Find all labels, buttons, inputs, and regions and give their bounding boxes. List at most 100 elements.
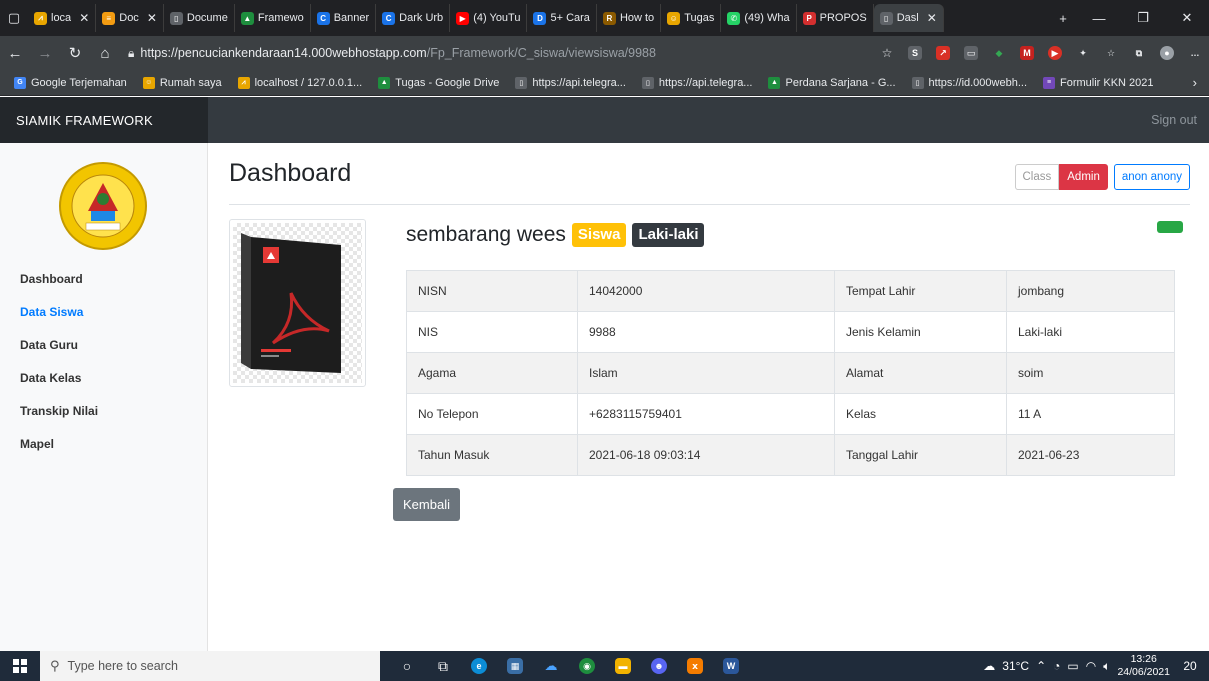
- extensions-puzzle-icon[interactable]: ✦: [1069, 39, 1097, 67]
- store-icon[interactable]: ▦: [498, 651, 532, 681]
- tab-favicon-icon: ⩘: [34, 11, 47, 25]
- browser-tab[interactable]: ✆ (49) Wha: [721, 4, 797, 32]
- bookmark-item[interactable]: ☺ Rumah saya: [135, 76, 230, 89]
- forward-arrow-icon[interactable]: →: [30, 38, 60, 68]
- bookmark-item[interactable]: ▲ Perdana Sarjana - G...: [760, 76, 903, 89]
- bookmark-label: https://id.000webh...: [928, 76, 1027, 89]
- bookmark-item[interactable]: ⩘ localhost / 127.0.0.1...: [230, 76, 371, 89]
- chevron-up-icon[interactable]: ⌃: [1036, 659, 1046, 673]
- student-info-table: NISN 14042000 Tempat Lahir jombang NIS 9988 Je…: [406, 270, 1175, 476]
- user-button[interactable]: anon anony: [1113, 164, 1190, 190]
- wifi-icon[interactable]: ◠: [1086, 659, 1096, 673]
- browser-tab[interactable]: ⩘ loca ✕: [28, 4, 97, 32]
- sidebar-item-dashboard[interactable]: Dashboard: [0, 267, 208, 300]
- class-button[interactable]: Class: [1014, 164, 1060, 190]
- bookmark-item[interactable]: ▯ https://api.telegra...: [634, 76, 761, 89]
- notification-count: 20: [1183, 659, 1197, 673]
- tab-close-icon[interactable]: ✕: [927, 11, 937, 25]
- url-host: https://pencuciankendaraan14.000webhosta…: [140, 46, 427, 60]
- browser-tab[interactable]: ▶ (4) YouTu: [450, 4, 528, 32]
- signout-link[interactable]: Sign out: [1151, 113, 1197, 127]
- bookmark-item[interactable]: ▲ Tugas - Google Drive: [370, 76, 507, 89]
- browser-tab[interactable]: C Banner: [311, 4, 377, 32]
- bookmark-label: Google Terjemahan: [31, 76, 127, 89]
- student-header: sembarang wees Siswa Laki-laki: [406, 223, 705, 247]
- tab-favicon-icon: C: [382, 11, 396, 25]
- clock[interactable]: 13:26 24/06/2021: [1117, 653, 1170, 679]
- tab-title: Framewo: [257, 12, 304, 24]
- cortana-icon[interactable]: ○: [390, 651, 424, 681]
- back-button[interactable]: Kembali: [393, 488, 460, 521]
- browser-tab[interactable]: ☺ Tugas: [661, 4, 722, 32]
- tab-close-icon[interactable]: ✕: [147, 11, 157, 25]
- tab-title: loca: [51, 12, 72, 24]
- sidebar-item-mapel[interactable]: Mapel: [0, 432, 208, 465]
- bookmark-item[interactable]: G Google Terjemahan: [6, 76, 135, 89]
- sidebar-item-data-kelas[interactable]: Data Kelas: [0, 366, 208, 399]
- tab-actions-icon[interactable]: ▢: [0, 0, 28, 36]
- sidebar-item-data-guru[interactable]: Data Guru: [0, 333, 208, 366]
- tab-close-icon[interactable]: ✕: [79, 11, 89, 25]
- restore-icon[interactable]: ❐: [1121, 0, 1165, 36]
- onedrive-icon[interactable]: ☁: [534, 651, 568, 681]
- file-explorer-icon[interactable]: ▬: [606, 651, 640, 681]
- bookmark-item[interactable]: ▯ https://api.telegra...: [507, 76, 634, 89]
- xampp-icon[interactable]: ⅹ: [678, 651, 712, 681]
- task-view-icon[interactable]: ⧉: [426, 651, 460, 681]
- notification-center-icon[interactable]: 20: [1177, 655, 1203, 677]
- weather-icon[interactable]: ☁: [983, 659, 995, 673]
- extension-leaf-icon[interactable]: ◆: [985, 39, 1013, 67]
- close-window-icon[interactable]: ✕: [1165, 0, 1209, 36]
- bookmark-favicon-icon: ▲: [378, 76, 391, 89]
- chrome-icon[interactable]: ◉: [570, 651, 604, 681]
- profile-avatar-icon[interactable]: ●: [1153, 39, 1181, 67]
- window-controls: — ❐ ✕: [1077, 0, 1209, 36]
- browser-tab[interactable]: ▯ Docume: [164, 4, 235, 32]
- brand-name[interactable]: SIAMIK FRAMEWORK: [0, 97, 208, 143]
- browser-tab[interactable]: C Dark Urb: [376, 4, 451, 32]
- gender-badge: Laki-laki: [632, 223, 705, 247]
- tab-title: Banner: [333, 12, 370, 24]
- taskbar-search[interactable]: ⚲ Type here to search: [40, 651, 380, 681]
- volume-icon[interactable]: 🔈︎: [1103, 659, 1110, 674]
- network-icon[interactable]: ◔: [1053, 659, 1060, 673]
- weather-temp[interactable]: 31°C: [1002, 659, 1029, 673]
- bookmark-item[interactable]: ▯ https://id.000webh...: [904, 76, 1035, 89]
- bookmark-item[interactable]: ≡ Formulir KKN 2021: [1035, 76, 1162, 89]
- tab-title: Doc: [119, 12, 139, 24]
- read-aloud-icon[interactable]: ☆: [873, 39, 901, 67]
- word-icon[interactable]: W: [714, 651, 748, 681]
- extension-play-icon[interactable]: ▶: [1041, 39, 1069, 67]
- tab-favicon-icon: ▲: [240, 11, 254, 25]
- collections-icon[interactable]: ⧉: [1125, 39, 1153, 67]
- bookmark-label: Rumah saya: [159, 76, 222, 89]
- sidebar: Dashboard Data Siswa Data Guru Data Kelas Tr…: [0, 143, 208, 651]
- reload-icon[interactable]: ↻: [60, 38, 90, 68]
- sidebar-item-transkip-nilai[interactable]: Transkip Nilai: [0, 399, 208, 432]
- extension-s-icon[interactable]: S: [901, 39, 929, 67]
- extension-arrow-icon[interactable]: ↗: [929, 39, 957, 67]
- extension-m-icon[interactable]: M: [1013, 39, 1041, 67]
- windows-start-icon[interactable]: [0, 651, 40, 681]
- browser-tab[interactable]: R How to: [597, 4, 662, 32]
- favorites-icon[interactable]: ☆: [1097, 39, 1125, 67]
- more-menu-icon[interactable]: …: [1181, 39, 1209, 67]
- battery-icon[interactable]: ▭: [1067, 659, 1078, 673]
- extension-chat-icon[interactable]: ▭: [957, 39, 985, 67]
- browser-tab[interactable]: D 5+ Cara: [527, 4, 597, 32]
- tab-favicon-icon: R: [602, 11, 616, 25]
- browser-tab[interactable]: P PROPOS: [797, 4, 874, 32]
- chevron-right-icon[interactable]: ›: [1181, 75, 1209, 90]
- discord-icon[interactable]: ☻: [642, 651, 676, 681]
- browser-tab[interactable]: ▯ Dasl ✕: [873, 4, 944, 32]
- url-field[interactable]: 🔒︎ https://pencuciankendaraan14.000webho…: [120, 39, 873, 67]
- back-arrow-icon[interactable]: ←: [0, 38, 30, 68]
- admin-button[interactable]: Admin: [1059, 164, 1108, 190]
- minimize-icon[interactable]: —: [1077, 0, 1121, 36]
- edge-icon[interactable]: e: [462, 651, 496, 681]
- new-tab-button[interactable]: +: [1049, 0, 1077, 36]
- browser-tab[interactable]: ≡ Doc ✕: [96, 4, 164, 32]
- browser-tab[interactable]: ▲ Framewo: [235, 4, 311, 32]
- sidebar-item-data-siswa[interactable]: Data Siswa: [0, 300, 208, 333]
- home-icon[interactable]: ⌂: [90, 38, 120, 68]
